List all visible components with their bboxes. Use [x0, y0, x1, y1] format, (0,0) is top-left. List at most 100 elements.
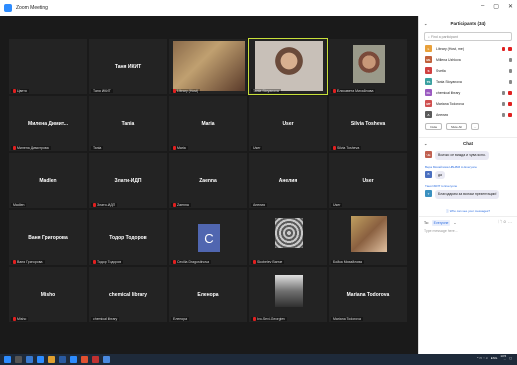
participant-search-input[interactable]: ⌕ Find a participant [424, 32, 512, 41]
microphone-icon[interactable] [502, 101, 505, 106]
participant-item[interactable]: A Анелия [419, 109, 517, 120]
microphone-icon[interactable] [509, 68, 512, 73]
chat-message: ЧЕ Всичко се вижда и чува ясно. [419, 149, 517, 162]
video-tile[interactable]: Злати-ИДП Злати-ИДП [88, 152, 168, 209]
participant-name: Tania Stoyanova [436, 79, 462, 84]
tray-icons[interactable]: ^ ▭ ◔ ♫ [477, 356, 488, 360]
tile-name-label: User [251, 146, 263, 150]
video-tile[interactable]: Еленора Еленора [168, 266, 248, 323]
camera-icon[interactable] [508, 90, 512, 95]
title-bar: Zoom Meeting – ▢ ✕ [0, 0, 517, 16]
participants-header: ⌄ Participants (34) [419, 16, 517, 30]
video-tile[interactable]: Бойка Михайлова [328, 209, 408, 266]
video-tile[interactable]: Милена Димит... Милена Димитрова [8, 95, 88, 152]
participant-video [173, 41, 245, 91]
video-tile[interactable]: User User [248, 95, 328, 152]
video-tile[interactable]: Елисавета Михайлова [328, 38, 408, 95]
tile-name-text: Mariana Todorova [333, 317, 361, 321]
camera-icon[interactable] [508, 46, 512, 51]
tile-name-label: chemical library [91, 317, 120, 321]
camera-icon[interactable] [508, 112, 512, 117]
minimize-button[interactable]: – [481, 3, 484, 10]
microphone-icon[interactable] [502, 90, 505, 95]
video-tile[interactable]: Таня ИКИТ Таня ИКИТ [88, 38, 168, 95]
chat-bubble: да [435, 170, 445, 180]
video-tile[interactable]: Тодор Тодоров Тодор Тодоров [88, 209, 168, 266]
video-tile[interactable]: Misho Misho [8, 266, 88, 323]
powerpoint-icon[interactable] [92, 356, 99, 363]
who-can-see-text: Who can see your messages? [449, 208, 491, 213]
participant-item[interactable]: L Library (Host, me) [419, 43, 517, 54]
file-explorer-icon[interactable] [48, 356, 55, 363]
participant-item[interactable]: CL chemical library [419, 87, 517, 98]
chevron-down-icon[interactable]: ⌄ [424, 21, 427, 26]
participant-item[interactable]: TS Tania Stoyanova [419, 76, 517, 87]
video-tile[interactable]: Ваня Григорова Ваня Григорова [8, 209, 88, 266]
clock[interactable]: 13:5... [500, 354, 506, 362]
video-tile[interactable]: chemical library chemical library [88, 266, 168, 323]
mail-icon[interactable] [59, 356, 66, 363]
recipient-select[interactable]: Everyone [431, 219, 451, 226]
chevron-down-icon[interactable]: ⌄ [424, 141, 427, 146]
participant-item[interactable]: S Svetla [419, 65, 517, 76]
participants-title: Participants (34) [450, 20, 486, 26]
tile-center-name: Silvia Tosheva [350, 120, 386, 127]
video-tile[interactable]: Library (Host) [168, 38, 248, 95]
chat-recipient-row: To: Everyone ⌄ 🗋 ☺ … [419, 215, 517, 226]
chat-bubble: Всичко се вижда и чува ясно. [435, 151, 489, 160]
participant-avatar: S [425, 67, 432, 74]
tile-name-text: Анелия [253, 203, 265, 207]
task-view-icon[interactable] [26, 356, 33, 363]
mic-muted-icon [333, 89, 336, 93]
tile-name-text: Tania [93, 146, 102, 150]
video-tile[interactable]: Tania Stoyanova [248, 38, 328, 95]
camera-icon[interactable] [508, 101, 512, 106]
participant-name: Svetla [436, 68, 446, 73]
video-tile[interactable]: Silvia Tosheva Silvia Tosheva [328, 95, 408, 152]
video-tile[interactable]: Ivo-Sevi-Georgiev [248, 266, 328, 323]
video-tile[interactable]: Skobelev Ванче [248, 209, 328, 266]
chat-avatar: Т [425, 190, 432, 198]
mute-all-button[interactable]: Mute All [446, 123, 467, 130]
video-tile[interactable]: Madlen Madlen [8, 152, 88, 209]
video-tile[interactable]: Анелия Анелия [248, 152, 328, 209]
language-indicator[interactable]: ENG [491, 356, 498, 360]
microphone-icon[interactable] [502, 112, 505, 117]
video-grid: Цветя Таня ИКИТ Таня ИКИТ Library (Host) Tan… [8, 38, 408, 326]
participant-item[interactable]: ML Millena Uzhlova [419, 54, 517, 65]
windows-start-icon[interactable] [4, 356, 11, 363]
chrome-icon[interactable] [81, 356, 88, 363]
tile-name-text: User [253, 146, 261, 150]
search-placeholder: Find a participant [430, 34, 458, 39]
who-can-see-link[interactable]: ⓘ Who can see your messages? [419, 209, 517, 213]
microphone-icon[interactable] [502, 46, 505, 51]
notification-icon[interactable]: ▢ [509, 356, 512, 360]
video-tile[interactable]: Zaenna Zaenna [168, 152, 248, 209]
chat-input[interactable]: Type message here... [419, 229, 517, 233]
zoom-taskbar-icon[interactable] [70, 356, 77, 363]
edge-icon[interactable] [37, 356, 44, 363]
participant-avatar: A [425, 111, 432, 118]
system-tray: ^ ▭ ◔ ♫ ENG 13:5... ▢ [477, 354, 512, 362]
zoom-window: Zoom Meeting – ▢ ✕ Цветя Таня ИКИТ Таня ИК… [0, 0, 517, 365]
microphone-icon[interactable] [509, 79, 512, 84]
video-tile[interactable]: Цветя [8, 38, 88, 95]
more-button[interactable]: ... [470, 123, 480, 130]
video-tile[interactable]: C Cecilia Dragostinova [168, 209, 248, 266]
tile-name-label: Тодор Тодоров [91, 260, 124, 264]
search-icon[interactable] [15, 356, 22, 363]
to-label: To: [424, 220, 429, 225]
video-tile[interactable]: Tania Tania [88, 95, 168, 152]
microphone-icon[interactable] [509, 57, 512, 62]
tile-center-name: Милена Димит... [28, 120, 68, 127]
close-button[interactable]: ✕ [508, 3, 513, 10]
tile-center-name: Еленора [197, 291, 219, 298]
app-icon[interactable] [103, 356, 110, 363]
video-tile[interactable]: User User [328, 152, 408, 209]
video-tile[interactable]: Mariana Todorova Mariana Todorova [328, 266, 408, 323]
maximize-button[interactable]: ▢ [493, 3, 499, 10]
invite-button[interactable]: Invite [425, 123, 443, 130]
participant-item[interactable]: MT Mariana Todorova [419, 98, 517, 109]
file-icon[interactable]: 🗋 ☺ … [498, 219, 512, 226]
video-tile[interactable]: Maria Maria [168, 95, 248, 152]
